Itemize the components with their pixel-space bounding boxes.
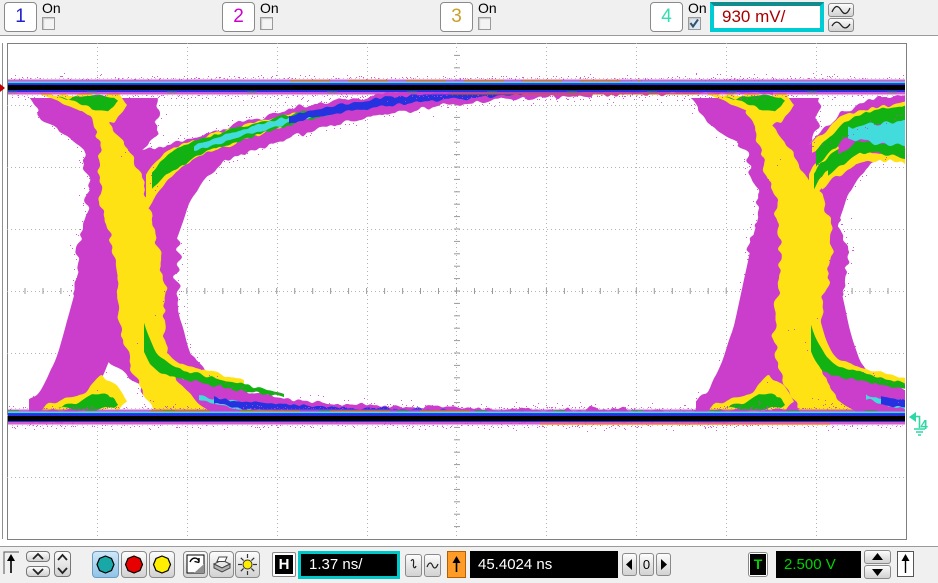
svg-text:4: 4 <box>921 417 929 432</box>
